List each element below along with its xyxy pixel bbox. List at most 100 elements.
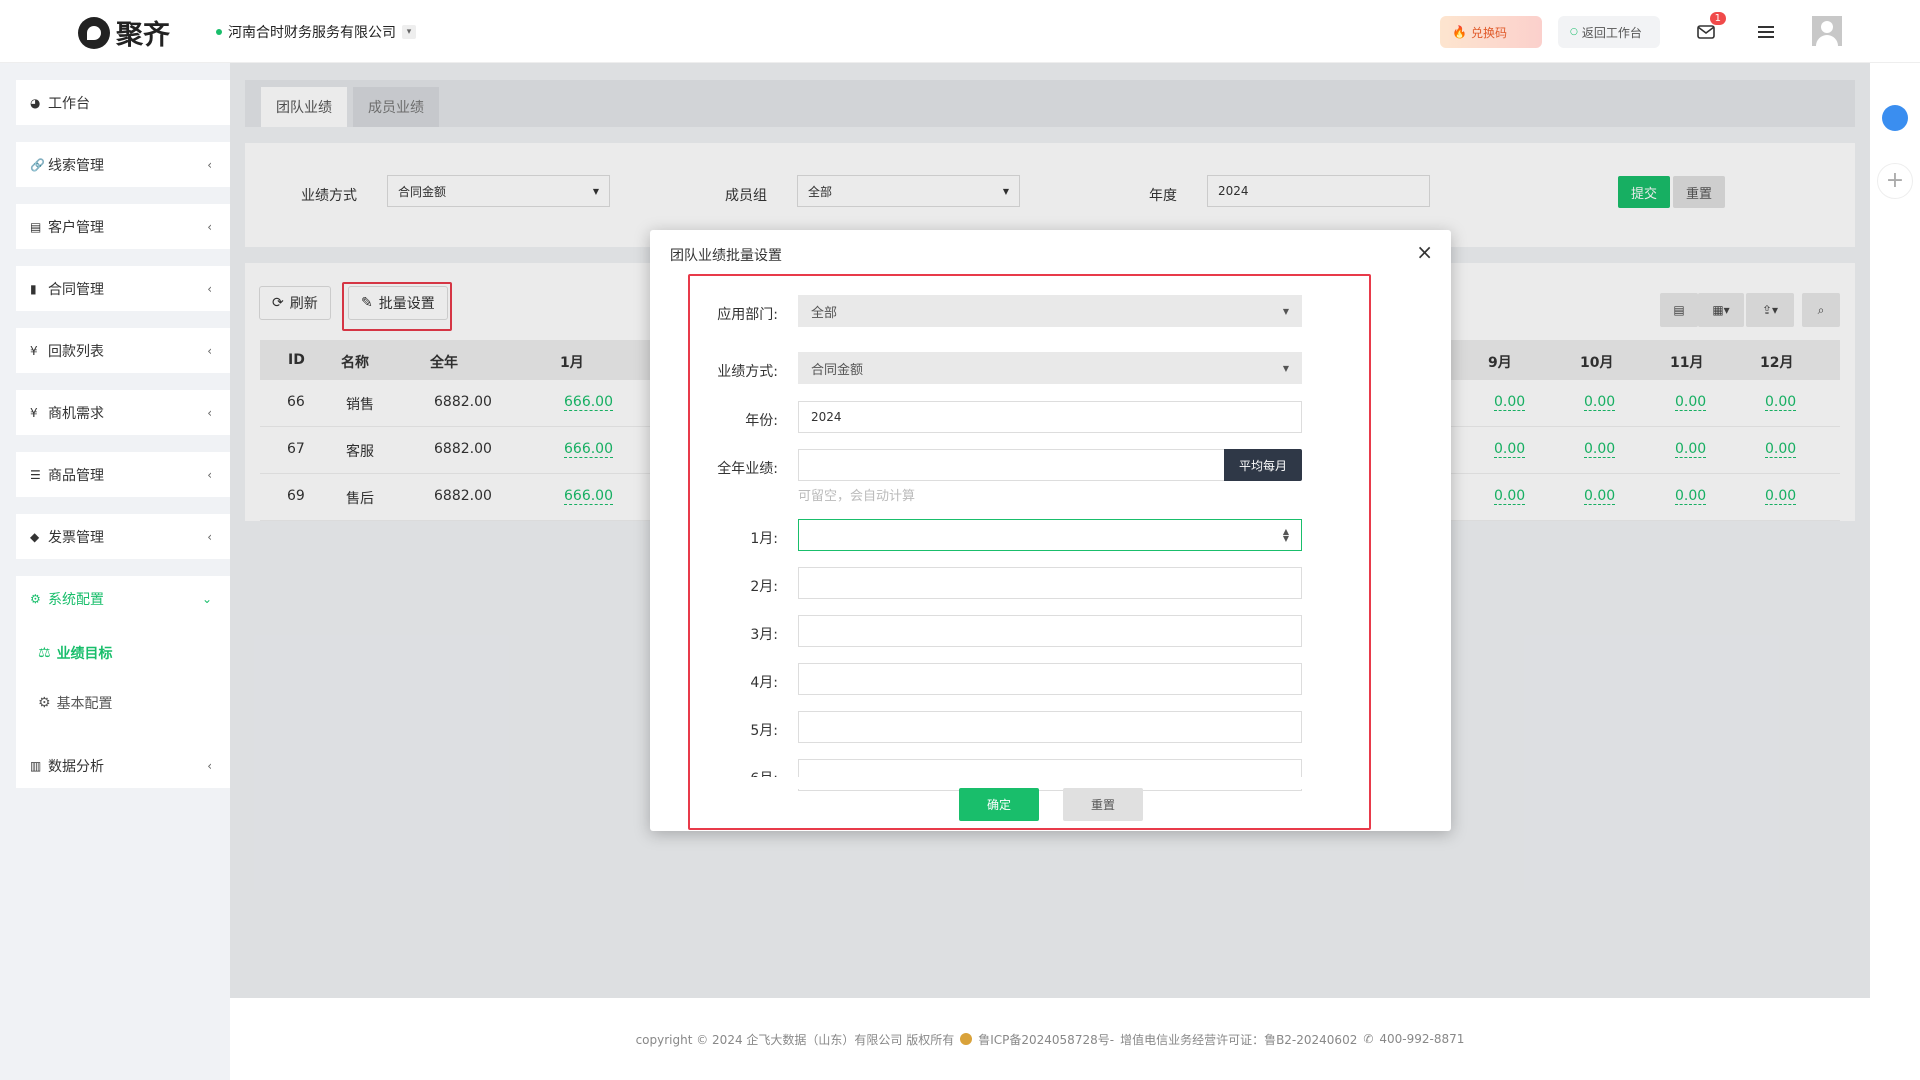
sidebar-item-customers[interactable]: ▤ 客户管理 ‹ xyxy=(16,204,230,249)
modal-reset-button[interactable]: 重置 xyxy=(1063,788,1143,821)
top-bar: 聚齐 河南合时财务服务有限公司 ▾ 🔥 兑换码 ○ 返回工作台 1 xyxy=(0,0,1920,63)
phone-icon: ✆ xyxy=(1363,1032,1374,1046)
gear-icon: ⚙ xyxy=(38,695,51,711)
user-avatar[interactable] xyxy=(1812,16,1842,46)
sidebar-item-leads[interactable]: 🔗 线索管理 ‹ xyxy=(16,142,230,187)
confirm-button[interactable]: 确定 xyxy=(959,788,1039,821)
company-name: 河南合时财务服务有限公司 xyxy=(228,25,396,41)
annual-input[interactable] xyxy=(798,449,1226,481)
footer-icp-link[interactable]: 鲁ICP备2024058728号- xyxy=(978,1031,1114,1048)
sidebar-subitem-basic-config[interactable]: ⚙ 基本配置 xyxy=(38,693,113,713)
chevron-left-icon: ‹ xyxy=(207,281,212,296)
sidebar-item-opportunities[interactable]: ¥ 商机需求 ‹ xyxy=(16,390,230,435)
method-select[interactable]: 合同金额 ▼ xyxy=(798,352,1302,384)
search-small-icon: ○ xyxy=(1570,27,1578,37)
scale-icon: ⚖ xyxy=(38,645,51,661)
mail-button[interactable]: 1 xyxy=(1690,12,1726,48)
chevron-left-icon: ‹ xyxy=(207,343,212,358)
redeem-label: 兑换码 xyxy=(1470,25,1507,40)
spinner-icon: ▲ ▼ xyxy=(1282,527,1289,543)
bookmark-icon: ▮ xyxy=(30,281,37,296)
status-dot-icon xyxy=(216,29,222,35)
sidebar-item-label: 客户管理 xyxy=(48,219,104,236)
month-2-input[interactable] xyxy=(798,567,1302,599)
mail-icon xyxy=(1697,25,1715,39)
tag-icon: ◆ xyxy=(30,529,40,544)
chevron-left-icon: ‹ xyxy=(207,529,212,544)
month-1-label: 1月: xyxy=(750,531,778,547)
sidebar-item-workbench[interactable]: ◕ 工作台 xyxy=(16,80,230,125)
caret-down-icon: ▼ xyxy=(1282,363,1289,373)
chevron-left-icon: ‹ xyxy=(207,758,212,773)
sidebar-item-label: 工作台 xyxy=(48,95,90,112)
sidebar-item-system-config[interactable]: ⚙ 系统配置 ⌄ xyxy=(16,576,230,621)
month-3-label: 3月: xyxy=(750,627,778,643)
right-rail: + xyxy=(1870,63,1920,1080)
sidebar-item-label: 数据分析 xyxy=(48,758,104,775)
brand-name: 聚齐 xyxy=(116,20,170,51)
method-value: 合同金额 xyxy=(811,362,864,378)
month-5-label: 5月: xyxy=(750,723,778,739)
brand-logo[interactable]: 聚齐 xyxy=(78,13,170,52)
chevron-left-icon: ‹ xyxy=(207,219,212,234)
sidebar-item-label: 商机需求 xyxy=(48,405,104,422)
add-icon[interactable]: + xyxy=(1877,163,1913,199)
gears-icon: ⚙ xyxy=(30,591,41,606)
sidebar-item-contracts[interactable]: ▮ 合同管理 ‹ xyxy=(16,266,230,311)
chevron-left-icon: ‹ xyxy=(207,157,212,172)
logo-icon xyxy=(78,16,110,49)
sidebar: ◕ 工作台 🔗 线索管理 ‹ ▤ 客户管理 ‹ ▮ 合同管理 ‹ ¥ 回款列表 … xyxy=(0,63,230,1080)
list-icon: ☰ xyxy=(30,467,41,482)
close-icon[interactable]: × xyxy=(1416,240,1433,264)
annual-hint: 可留空，会自动计算 xyxy=(798,489,916,504)
police-badge-icon xyxy=(960,1033,973,1045)
sidebar-subitem-label: 基本配置 xyxy=(56,696,113,712)
year-input[interactable]: 2024 xyxy=(798,401,1302,433)
menu-button[interactable] xyxy=(1750,16,1782,48)
sidebar-item-payments[interactable]: ¥ 回款列表 ‹ xyxy=(16,328,230,373)
month-5-input[interactable] xyxy=(798,711,1302,743)
chevron-left-icon: ‹ xyxy=(207,405,212,420)
sidebar-item-label: 系统配置 xyxy=(48,591,104,608)
chevron-left-icon: ‹ xyxy=(207,467,212,482)
link-icon: 🔗 xyxy=(30,157,45,172)
chat-bot-icon[interactable] xyxy=(1882,105,1908,131)
sidebar-item-label: 回款列表 xyxy=(48,343,104,360)
yen-icon: ¥ xyxy=(30,405,38,420)
footer-copyright: copyright © 2024 企飞大数据（山东）有限公司 版权所有 xyxy=(635,1032,955,1047)
yen-icon: ¥ xyxy=(30,343,38,358)
average-monthly-button[interactable]: 平均每月 xyxy=(1224,449,1302,481)
sidebar-item-label: 线索管理 xyxy=(48,157,104,174)
sidebar-item-label: 发票管理 xyxy=(48,529,104,546)
footer-phone: 400-992-8871 xyxy=(1379,1032,1465,1046)
footer-license: 增值电信业务经营许可证：鲁B2-20240602 xyxy=(1120,1032,1358,1047)
sidebar-item-data-analysis[interactable]: ▥ 数据分析 ‹ xyxy=(16,743,230,788)
method-label: 业绩方式: xyxy=(717,364,778,380)
footer: copyright © 2024 企飞大数据（山东）有限公司 版权所有 鲁ICP… xyxy=(230,998,1870,1080)
dept-label: 应用部门: xyxy=(717,307,778,323)
bar-chart-icon: ▥ xyxy=(30,758,42,773)
back-to-workbench-button[interactable]: ○ 返回工作台 xyxy=(1558,16,1660,48)
month-4-label: 4月: xyxy=(750,675,778,691)
month-3-input[interactable] xyxy=(798,615,1302,647)
sidebar-item-label: 商品管理 xyxy=(48,467,104,484)
annual-label: 全年业绩: xyxy=(717,461,778,477)
dept-select[interactable]: 全部 ▼ xyxy=(798,295,1302,327)
sidebar-item-invoices[interactable]: ◆ 发票管理 ‹ xyxy=(16,514,230,559)
flame-icon: 🔥 xyxy=(1452,25,1467,39)
month-4-input[interactable] xyxy=(798,663,1302,695)
sidebar-subitem-label: 业绩目标 xyxy=(56,646,113,662)
sidebar-item-products[interactable]: ☰ 商品管理 ‹ xyxy=(16,452,230,497)
mail-badge: 1 xyxy=(1709,12,1726,25)
dept-value: 全部 xyxy=(811,305,838,321)
batch-settings-modal: 团队业绩批量设置 × 应用部门: 全部 ▼ 业绩方式: 合同金额 ▼ 年份: 2… xyxy=(650,230,1451,831)
caret-down-icon: ▼ xyxy=(1282,306,1289,316)
month-2-label: 2月: xyxy=(750,579,778,595)
company-switcher[interactable]: 河南合时财务服务有限公司 ▾ xyxy=(216,22,416,42)
sidebar-subitem-performance-target[interactable]: ⚖ 业绩目标 xyxy=(38,643,113,663)
id-card-icon: ▤ xyxy=(30,219,42,234)
chevron-down-icon: ⌄ xyxy=(201,591,212,606)
month-1-input[interactable]: ▲ ▼ xyxy=(798,519,1302,551)
year-value: 2024 xyxy=(811,410,842,424)
redeem-code-button[interactable]: 🔥 兑换码 xyxy=(1440,16,1542,48)
